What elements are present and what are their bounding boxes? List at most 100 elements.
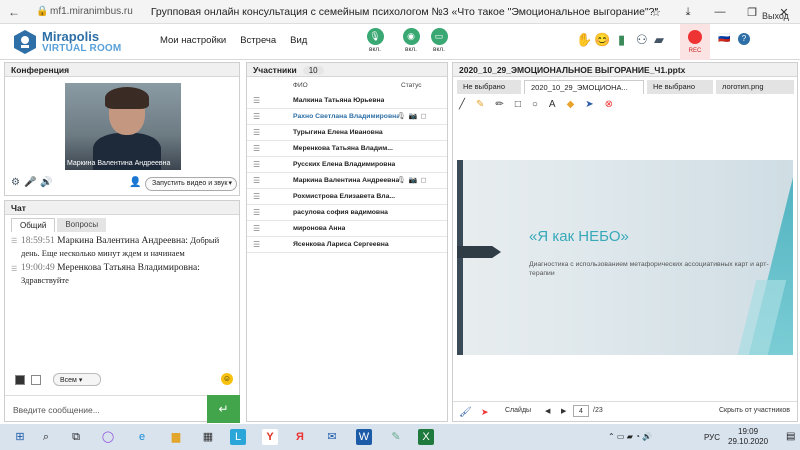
windows-start-icon[interactable]: ⊞: [12, 429, 28, 445]
marker-icon[interactable]: ✎: [476, 99, 484, 113]
participant-name: Русских Елена Владимировна: [293, 161, 396, 168]
clock[interactable]: 19:09 29.10.2020: [728, 427, 768, 447]
mic-settings-icon[interactable]: 🎤: [24, 177, 40, 188]
drag-handle-icon: ☰: [11, 238, 18, 245]
speaker-settings-icon[interactable]: 🔊: [40, 177, 56, 188]
help-icon[interactable]: ?: [738, 33, 750, 45]
laser-pointer-icon[interactable]: ➤: [481, 407, 489, 418]
video-feed[interactable]: Маркина Валентина Андреевна: [65, 83, 181, 170]
network-icon[interactable]: ⚇: [636, 32, 648, 52]
alice-icon[interactable]: ◯: [100, 429, 116, 445]
menu-view[interactable]: Вид: [290, 35, 307, 46]
participants-header: Участники 10: [247, 63, 447, 77]
participant-name: Ясенкова Лариса Сергеевна: [293, 241, 389, 248]
address-bar[interactable]: mf1.miranimbus.ru: [50, 6, 133, 17]
download-icon[interactable]: ⤓: [672, 6, 704, 19]
participant-row[interactable]: ☰ Маркина Валентина Андреевна 🎙📷◻: [247, 173, 447, 189]
main-menu: Мои настройки Встреча Вид: [160, 35, 307, 46]
language-indicator[interactable]: РУС: [704, 433, 720, 442]
participant-row[interactable]: ☰ Турыгина Елена Ивановна: [247, 125, 447, 141]
paint-icon[interactable]: ✎: [388, 429, 404, 445]
doc-tab[interactable]: Не выбрано: [647, 80, 713, 94]
menu-meeting[interactable]: Встреча: [240, 35, 276, 46]
rectangle-icon[interactable]: □: [515, 99, 521, 113]
microphone-toggle[interactable]: 🎙 вкл.: [362, 28, 388, 56]
store-icon[interactable]: ▦: [200, 429, 216, 445]
record-button[interactable]: REC: [680, 24, 710, 60]
task-view-icon[interactable]: ⧉: [68, 429, 84, 445]
participant-row[interactable]: ☰ Меренкова Татьяна Владим...: [247, 141, 447, 157]
launch-video-dropdown[interactable]: Запустить видео и звук ▾: [145, 177, 237, 191]
app-l-icon[interactable]: L: [230, 429, 246, 445]
participant-row[interactable]: ☰ Ясенкова Лариса Сергеевна: [247, 237, 447, 253]
doc-tab[interactable]: 2020_10_29_ЭМОЦИОНА...: [524, 80, 644, 94]
participant-row[interactable]: ☰ расулова софия вадимовна: [247, 205, 447, 221]
folder-icon[interactable]: ▰: [654, 32, 664, 52]
drag-handle-icon[interactable]: ☰: [253, 144, 260, 153]
send-button[interactable]: ↵: [207, 395, 240, 423]
emoji-icon[interactable]: ☺: [221, 373, 233, 385]
page-title: Групповая онлайн консультация с семейным…: [150, 5, 659, 18]
pen-icon[interactable]: ╱: [459, 99, 465, 113]
excel-icon[interactable]: X: [418, 429, 434, 445]
chat-input[interactable]: Введите сообщение...: [5, 395, 207, 423]
text-color-icon[interactable]: [15, 375, 25, 385]
doc-tab[interactable]: Не выбрано: [457, 80, 521, 94]
prev-slide-icon[interactable]: ◀: [545, 407, 550, 415]
emoji-icon[interactable]: 😊: [594, 32, 610, 52]
raise-hand-icon[interactable]: ✋: [576, 32, 592, 52]
drag-handle-icon[interactable]: ☰: [253, 176, 260, 185]
fill-icon[interactable]: ◆: [567, 99, 575, 113]
pointer-icon[interactable]: ➤: [585, 99, 593, 113]
notifications-icon[interactable]: ▤: [786, 431, 795, 442]
text-icon[interactable]: A: [549, 99, 556, 113]
drag-handle-icon[interactable]: ☰: [253, 224, 260, 233]
bookmark-icon[interactable]: ☆: [640, 6, 672, 19]
webcam-settings-icon[interactable]: ⚙: [11, 177, 24, 188]
mail-icon[interactable]: ✉: [324, 429, 340, 445]
camera-toggle[interactable]: ◉ вкл.: [398, 28, 424, 56]
stats-icon[interactable]: ▮: [618, 32, 625, 52]
participant-row[interactable]: ☰ миронова Анна: [247, 221, 447, 237]
participant-row[interactable]: ☰ Рохмистрова Елизавета Вла...: [247, 189, 447, 205]
slide-arrow: [457, 246, 501, 258]
doc-tab[interactable]: логотип.png: [716, 80, 794, 94]
menu-my-settings[interactable]: Мои настройки: [160, 35, 226, 46]
tab-questions[interactable]: Вопросы: [57, 218, 107, 232]
page-input[interactable]: 4: [573, 405, 589, 417]
drag-handle-icon[interactable]: ☰: [253, 240, 260, 249]
recipient-select[interactable]: Всем ▾: [53, 373, 101, 386]
word-icon[interactable]: W: [356, 429, 372, 445]
language-flag-icon[interactable]: 🇷🇺: [718, 33, 730, 53]
drag-handle-icon[interactable]: ☰: [253, 128, 260, 137]
brush-icon[interactable]: 🖌: [459, 407, 472, 418]
participant-row[interactable]: ☰ Рахно Светлана Владимировна 🎙📷◻: [247, 109, 447, 125]
chat-messages: ☰ 18:59:51 Маркина Валентина Андреевна: …: [11, 235, 235, 290]
yandex-browser-icon[interactable]: Y: [262, 429, 278, 445]
drag-handle-icon[interactable]: ☰: [253, 96, 260, 105]
back-icon[interactable]: ←: [8, 5, 20, 19]
message-time: 19:00:49: [21, 263, 55, 273]
clear-icon[interactable]: ⊗: [605, 99, 613, 113]
yandex-icon[interactable]: Я: [292, 429, 308, 445]
tab-general[interactable]: Общий: [11, 218, 56, 232]
next-slide-icon[interactable]: ▶: [561, 407, 566, 415]
slides-label[interactable]: Слайды: [505, 407, 531, 414]
circle-icon[interactable]: ○: [532, 99, 538, 113]
participant-row[interactable]: ☰ Русских Елена Владимировна: [247, 157, 447, 173]
drag-handle-icon[interactable]: ☰: [253, 208, 260, 217]
tray-icons[interactable]: ⌃ ▭ ▰ ◔ 🔊: [608, 432, 652, 441]
drag-handle-icon[interactable]: ☰: [253, 112, 260, 121]
drag-handle-icon[interactable]: ☰: [253, 160, 260, 169]
drag-handle-icon[interactable]: ☰: [253, 192, 260, 201]
screen-share-toggle[interactable]: ▭ вкл.: [426, 28, 452, 56]
participant-row[interactable]: ☰ Малкина Татьяна Юрьевна: [247, 93, 447, 109]
pencil-icon[interactable]: ✏: [495, 99, 503, 113]
search-icon[interactable]: ⌕: [38, 429, 54, 445]
hide-from-participants[interactable]: Скрыть от участников: [719, 407, 790, 414]
edge-icon[interactable]: e: [134, 429, 150, 445]
minimize-icon[interactable]: —: [704, 6, 736, 18]
background-color-icon[interactable]: [31, 375, 41, 385]
exit-button[interactable]: Выход: [762, 11, 789, 21]
explorer-icon[interactable]: ▆: [168, 429, 184, 445]
